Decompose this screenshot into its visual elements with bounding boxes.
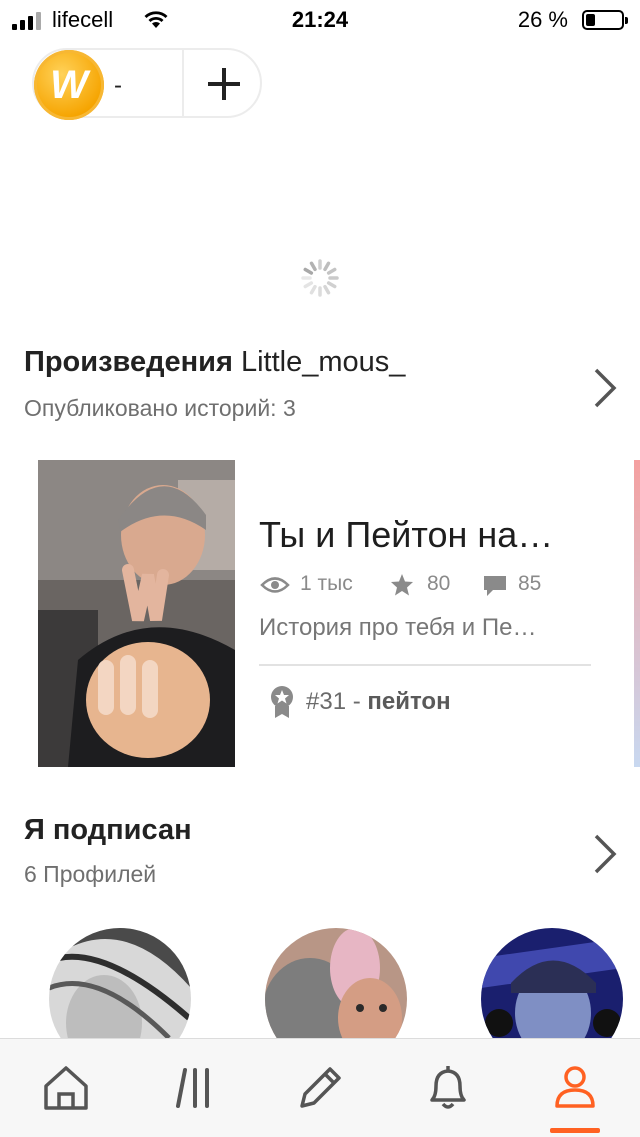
works-section-title[interactable]: Произведения Little_mous_ xyxy=(24,346,405,379)
status-bar: lifecell 21:24 26 % xyxy=(0,0,640,40)
story-votes: 80 xyxy=(427,572,451,595)
battery-percent: 26 % xyxy=(517,7,568,32)
coin-divider xyxy=(182,50,184,116)
story-comments: 85 xyxy=(518,572,542,595)
following-section-title[interactable]: Я подписан xyxy=(24,814,192,847)
plus-icon[interactable] xyxy=(200,60,248,108)
battery-icon xyxy=(582,10,628,30)
story-reads: 1 тыс xyxy=(300,572,353,595)
ranking-badge-icon xyxy=(271,686,293,718)
story-title[interactable]: Ты и Пейтон на… xyxy=(259,514,599,556)
story-ranking[interactable]: #31 - пейтон xyxy=(306,688,451,716)
chevron-right-icon[interactable] xyxy=(590,366,618,410)
chevron-right-icon[interactable] xyxy=(590,832,618,876)
published-count: Опубликовано историй: 3 xyxy=(24,395,296,421)
following-count: 6 Профилей xyxy=(24,861,157,887)
library-icon[interactable] xyxy=(165,1058,225,1118)
comment-icon xyxy=(484,576,506,596)
active-tab-indicator xyxy=(550,1128,600,1133)
story-description: История про тебя и Пе… xyxy=(259,614,537,641)
next-story-cover-edge[interactable] xyxy=(634,460,640,767)
loading-spinner-icon xyxy=(301,259,339,297)
eye-icon xyxy=(260,577,290,593)
coin-icon: W xyxy=(34,50,104,120)
story-cover-image[interactable] xyxy=(38,460,235,767)
bell-icon[interactable] xyxy=(418,1058,478,1118)
username: Little_mous_ xyxy=(240,346,406,378)
pencil-icon[interactable] xyxy=(290,1058,350,1118)
home-icon[interactable] xyxy=(36,1058,96,1118)
coin-count: - xyxy=(114,72,122,99)
ranking-tag: пейтон xyxy=(367,688,451,715)
story-divider xyxy=(259,664,591,666)
profile-icon[interactable] xyxy=(545,1058,605,1118)
star-icon xyxy=(391,574,413,596)
